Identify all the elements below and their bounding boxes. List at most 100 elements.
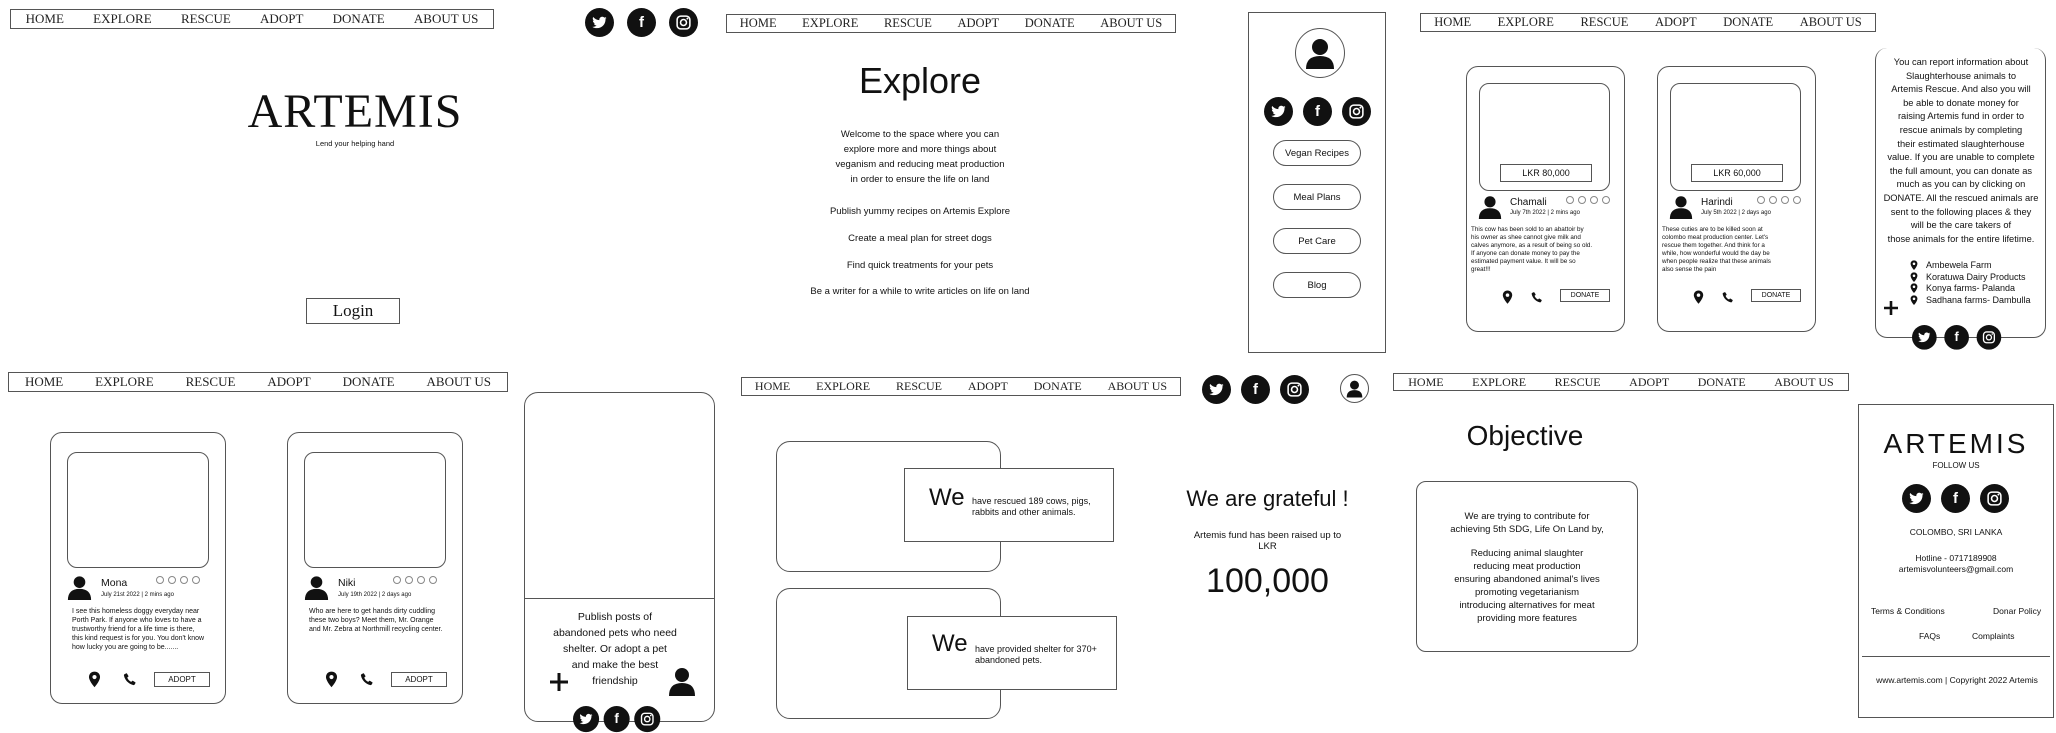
explore-item[interactable]: Publish yummy recipes on Artemis Explore: [760, 206, 1080, 217]
facebook-icon[interactable]: f: [603, 706, 630, 733]
nav-adopt[interactable]: ADOPT: [1629, 375, 1669, 390]
phone-icon[interactable]: [359, 672, 374, 692]
nav-adopt[interactable]: ADOPT: [957, 16, 999, 31]
share-icon[interactable]: [180, 576, 188, 584]
facebook-icon[interactable]: f: [1941, 484, 1970, 513]
save-icon[interactable]: [1602, 196, 1610, 204]
twitter-icon[interactable]: [573, 706, 600, 733]
instagram-icon[interactable]: [634, 706, 661, 733]
twitter-icon[interactable]: [1264, 97, 1293, 126]
footer-email[interactable]: artemisvolunteers@gmail.com: [1860, 564, 2052, 574]
nav-explore[interactable]: EXPLORE: [816, 379, 870, 394]
nav-home[interactable]: HOME: [1434, 15, 1471, 30]
reaction-icons[interactable]: [1757, 196, 1801, 204]
save-icon[interactable]: [429, 576, 437, 584]
twitter-icon[interactable]: [1202, 375, 1231, 404]
facebook-icon[interactable]: f: [1241, 375, 1270, 404]
nav-home[interactable]: HOME: [25, 374, 63, 390]
nav-about-us[interactable]: ABOUT US: [1100, 16, 1162, 31]
nav-donate[interactable]: DONATE: [343, 374, 395, 390]
facebook-icon[interactable]: f: [1944, 325, 1969, 350]
phone-icon[interactable]: [122, 672, 137, 692]
nav-explore[interactable]: EXPLORE: [802, 16, 858, 31]
profile-avatar[interactable]: [1340, 374, 1369, 403]
nav-about-us[interactable]: ABOUT US: [1774, 375, 1833, 390]
complaints-link[interactable]: Complaints: [1972, 631, 2015, 641]
nav-rescue[interactable]: RESCUE: [896, 379, 942, 394]
meal-plans-button[interactable]: Meal Plans: [1273, 184, 1361, 210]
profile-avatar[interactable]: [668, 666, 696, 696]
nav-adopt[interactable]: ADOPT: [260, 11, 303, 27]
nav-explore[interactable]: EXPLORE: [93, 11, 152, 27]
donate-button[interactable]: DONATE: [1560, 289, 1610, 302]
share-icon[interactable]: [1781, 196, 1789, 204]
terms-link[interactable]: Terms & Conditions: [1871, 606, 1945, 616]
login-button[interactable]: Login: [306, 298, 400, 324]
phone-icon[interactable]: [1530, 291, 1543, 304]
reaction-icons[interactable]: [393, 576, 437, 584]
nav-explore[interactable]: EXPLORE: [1472, 375, 1526, 390]
instagram-icon[interactable]: [1980, 484, 2009, 513]
explore-item[interactable]: Be a writer for a while to write article…: [760, 286, 1080, 297]
nav-home[interactable]: HOME: [740, 16, 777, 31]
reaction-icons[interactable]: [156, 576, 200, 584]
location-pin-icon[interactable]: [1502, 290, 1513, 304]
save-icon[interactable]: [192, 576, 200, 584]
nav-donate[interactable]: DONATE: [333, 11, 385, 27]
nav-rescue[interactable]: RESCUE: [186, 374, 236, 390]
nav-donate[interactable]: DONATE: [1034, 379, 1082, 394]
like-icon[interactable]: [1757, 196, 1765, 204]
nav-rescue[interactable]: RESCUE: [1580, 15, 1628, 30]
vegan-recipes-button[interactable]: Vegan Recipes: [1273, 140, 1361, 166]
nav-about-us[interactable]: ABOUT US: [427, 374, 491, 390]
nav-home[interactable]: HOME: [755, 379, 790, 394]
nav-rescue[interactable]: RESCUE: [1555, 375, 1601, 390]
explore-item[interactable]: Create a meal plan for street dogs: [760, 233, 1080, 244]
twitter-icon[interactable]: [1912, 325, 1937, 350]
location-pin-icon[interactable]: [325, 671, 338, 693]
nav-explore[interactable]: EXPLORE: [1498, 15, 1554, 30]
location-pin-icon[interactable]: [1693, 290, 1704, 304]
add-post-icon[interactable]: [549, 672, 569, 692]
adopt-button[interactable]: ADOPT: [154, 672, 210, 687]
reaction-icons[interactable]: [1566, 196, 1610, 204]
twitter-icon[interactable]: [585, 8, 614, 37]
blog-button[interactable]: Blog: [1273, 272, 1361, 298]
comment-icon[interactable]: [168, 576, 176, 584]
like-icon[interactable]: [393, 576, 401, 584]
comment-icon[interactable]: [405, 576, 413, 584]
faqs-link[interactable]: FAQs: [1919, 631, 1940, 641]
nav-donate[interactable]: DONATE: [1723, 15, 1773, 30]
nav-explore[interactable]: EXPLORE: [95, 374, 154, 390]
profile-avatar[interactable]: [1295, 28, 1345, 78]
instagram-icon[interactable]: [669, 8, 698, 37]
nav-about-us[interactable]: ABOUT US: [414, 11, 478, 27]
twitter-icon[interactable]: [1902, 484, 1931, 513]
nav-about-us[interactable]: ABOUT US: [1108, 379, 1167, 394]
like-icon[interactable]: [1566, 196, 1574, 204]
phone-icon[interactable]: [1721, 291, 1734, 304]
nav-about-us[interactable]: ABOUT US: [1800, 15, 1862, 30]
instagram-icon[interactable]: [1342, 97, 1371, 126]
pet-care-button[interactable]: Pet Care: [1273, 228, 1361, 254]
facebook-icon[interactable]: f: [627, 8, 656, 37]
instagram-icon[interactable]: [1976, 325, 2002, 350]
nav-home[interactable]: HOME: [26, 11, 64, 27]
nav-donate[interactable]: DONATE: [1025, 16, 1075, 31]
nav-donate[interactable]: DONATE: [1698, 375, 1746, 390]
save-icon[interactable]: [1793, 196, 1801, 204]
explore-item[interactable]: Find quick treatments for your pets: [760, 260, 1080, 271]
instagram-icon[interactable]: [1280, 375, 1309, 404]
comment-icon[interactable]: [1769, 196, 1777, 204]
share-icon[interactable]: [417, 576, 425, 584]
like-icon[interactable]: [156, 576, 164, 584]
nav-adopt[interactable]: ADOPT: [968, 379, 1008, 394]
nav-home[interactable]: HOME: [1408, 375, 1443, 390]
location-pin-icon[interactable]: [88, 671, 101, 693]
nav-rescue[interactable]: RESCUE: [884, 16, 932, 31]
adopt-button[interactable]: ADOPT: [391, 672, 447, 687]
nav-adopt[interactable]: ADOPT: [1655, 15, 1697, 30]
donate-button[interactable]: DONATE: [1751, 289, 1801, 302]
share-icon[interactable]: [1590, 196, 1598, 204]
facebook-icon[interactable]: f: [1303, 97, 1332, 126]
